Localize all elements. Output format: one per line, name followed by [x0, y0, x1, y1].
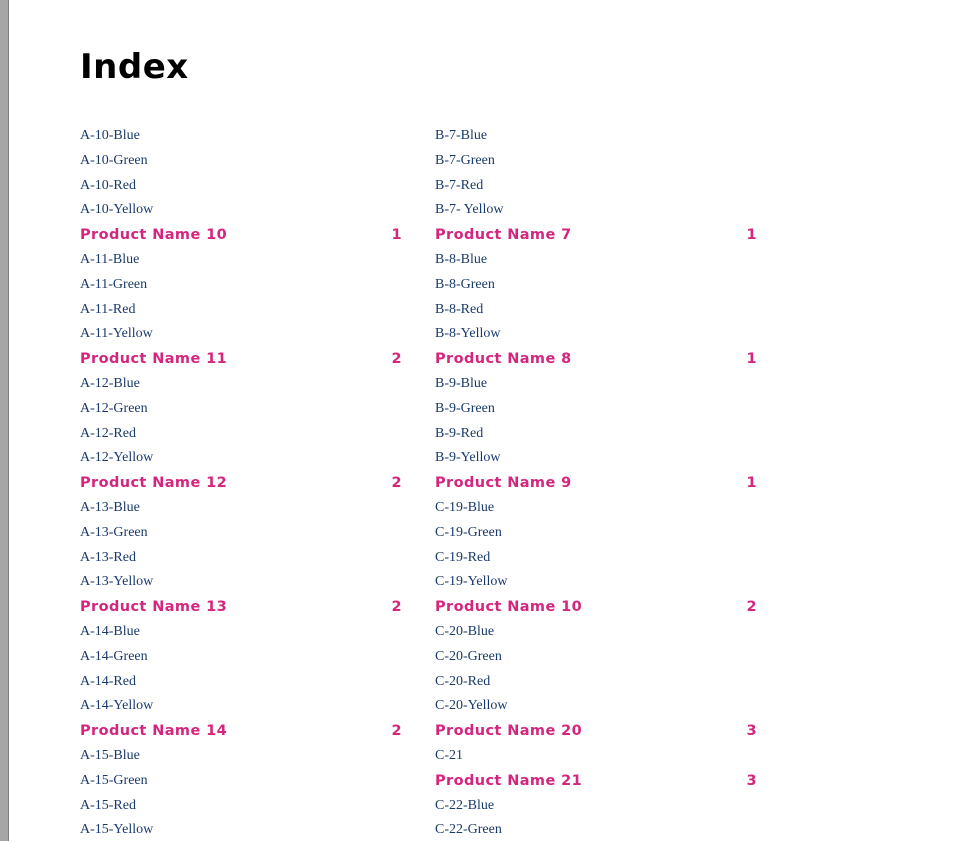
index-entry: B-7- Yellow	[435, 202, 504, 218]
document-page: Index A-10-Blue A-10-Green A-10-Red A-10-Ye…	[9, 0, 978, 841]
index-heading-label: Product Name 20	[435, 723, 583, 740]
index-heading: Product Name 10 1	[80, 223, 408, 248]
index-entry: A-12-Red	[80, 425, 136, 441]
index-heading: Product Name 9 1	[435, 471, 763, 496]
index-entry: C-20-Yellow	[435, 698, 508, 714]
index-heading: Product Name 14 2	[80, 719, 408, 744]
index-entry: A-12-Blue	[80, 375, 140, 391]
index-page-number: 2	[391, 599, 402, 616]
index-entry: A-14-Red	[80, 673, 136, 689]
index-heading: Product Name 21 3	[435, 769, 763, 794]
index-entry: B-9-Yellow	[435, 450, 501, 466]
index-entry: A-13-Yellow	[80, 574, 154, 590]
index-entry: B-9-Blue	[435, 375, 488, 391]
index-entry: A-11-Red	[80, 301, 136, 317]
index-heading-label: Product Name 7	[435, 227, 572, 244]
index-entry: B-8-Yellow	[435, 326, 501, 342]
index-entry: A-11-Yellow	[80, 326, 153, 342]
index-page-number: 1	[746, 475, 757, 492]
index-entry: A-10-Blue	[80, 128, 140, 143]
index-entry: A-12-Green	[80, 400, 148, 416]
index-entry: C-22-Blue	[435, 797, 495, 813]
index-entry: A-13-Green	[80, 524, 148, 540]
index-entry: C-19-Yellow	[435, 574, 508, 590]
index-page-number: 1	[391, 227, 402, 244]
index-entry: A-11-Green	[80, 276, 148, 292]
index-page-number: 2	[391, 351, 402, 368]
page-title: Index	[80, 47, 189, 87]
index-page-number: 2	[746, 599, 757, 616]
index-entry: A-14-Yellow	[80, 698, 154, 714]
index-entry: A-10-Green	[80, 152, 148, 168]
index-entry: B-9-Green	[435, 400, 495, 416]
index-entry: A-15-Blue	[80, 747, 140, 763]
index-heading-label: Product Name 10	[80, 227, 228, 244]
index-entry: C-21	[435, 747, 463, 763]
index-entry: A-15-Green	[80, 772, 148, 788]
index-heading: Product Name 13 2	[80, 595, 408, 620]
index-entry: A-14-Blue	[80, 623, 140, 639]
index-page-number: 2	[391, 475, 402, 492]
index-entry: B-7-Blue	[435, 128, 488, 143]
index-entry: C-20-Green	[435, 648, 502, 664]
index-heading-label: Product Name 14	[80, 723, 228, 740]
index-entry: C-19-Green	[435, 524, 502, 540]
index-entry: A-14-Green	[80, 648, 148, 664]
index-entry: C-22-Green	[435, 822, 502, 838]
index-entry: B-8-Blue	[435, 251, 488, 267]
index-entry: C-20-Red	[435, 673, 491, 689]
window-left-edge	[0, 0, 9, 841]
index-entry: A-15-Red	[80, 797, 136, 813]
index-heading: Product Name 12 2	[80, 471, 408, 496]
index-entry: A-12-Yellow	[80, 450, 154, 466]
index-column-left: A-10-Blue A-10-Green A-10-Red A-10-Yellow Pr…	[80, 124, 408, 843]
index-heading: Product Name 8 1	[435, 347, 763, 372]
index-heading-label: Product Name 21	[435, 772, 583, 789]
index-page-number: 1	[746, 351, 757, 368]
index-heading: Product Name 20 3	[435, 719, 763, 744]
index-entry: A-10-Yellow	[80, 202, 154, 218]
index-heading: Product Name 7 1	[435, 223, 763, 248]
index-heading-label: Product Name 9	[435, 475, 572, 492]
index-column-right: B-7-Blue B-7-Green B-7-Red B-7- Yellow Produ…	[435, 124, 763, 843]
index-heading: Product Name 11 2	[80, 347, 408, 372]
index-heading-label: Product Name 8	[435, 351, 572, 368]
index-entry: A-15-Yellow	[80, 822, 154, 838]
index-heading-label: Product Name 12	[80, 475, 228, 492]
index-entry: B-8-Red	[435, 301, 484, 317]
index-page-number: 3	[746, 723, 757, 740]
index-heading: Product Name 10 2	[435, 595, 763, 620]
index-page-number: 1	[746, 227, 757, 244]
index-entry: A-11-Blue	[80, 251, 140, 267]
index-entry: C-19-Red	[435, 549, 491, 565]
index-entry: B-7-Red	[435, 177, 484, 193]
index-heading-label: Product Name 11	[80, 351, 228, 368]
index-entry: B-9-Red	[435, 425, 484, 441]
index-entry: C-20-Blue	[435, 623, 495, 639]
index-entry: A-13-Blue	[80, 499, 140, 515]
index-entry: A-13-Red	[80, 549, 136, 565]
index-entry: B-8-Green	[435, 276, 495, 292]
index-page-number: 2	[391, 723, 402, 740]
index-heading-label: Product Name 10	[435, 599, 583, 616]
index-page-number: 3	[746, 772, 757, 789]
index-entry: C-19-Blue	[435, 499, 495, 515]
index-entry: A-10-Red	[80, 177, 136, 193]
index-entry: B-7-Green	[435, 152, 495, 168]
index-heading-label: Product Name 13	[80, 599, 228, 616]
